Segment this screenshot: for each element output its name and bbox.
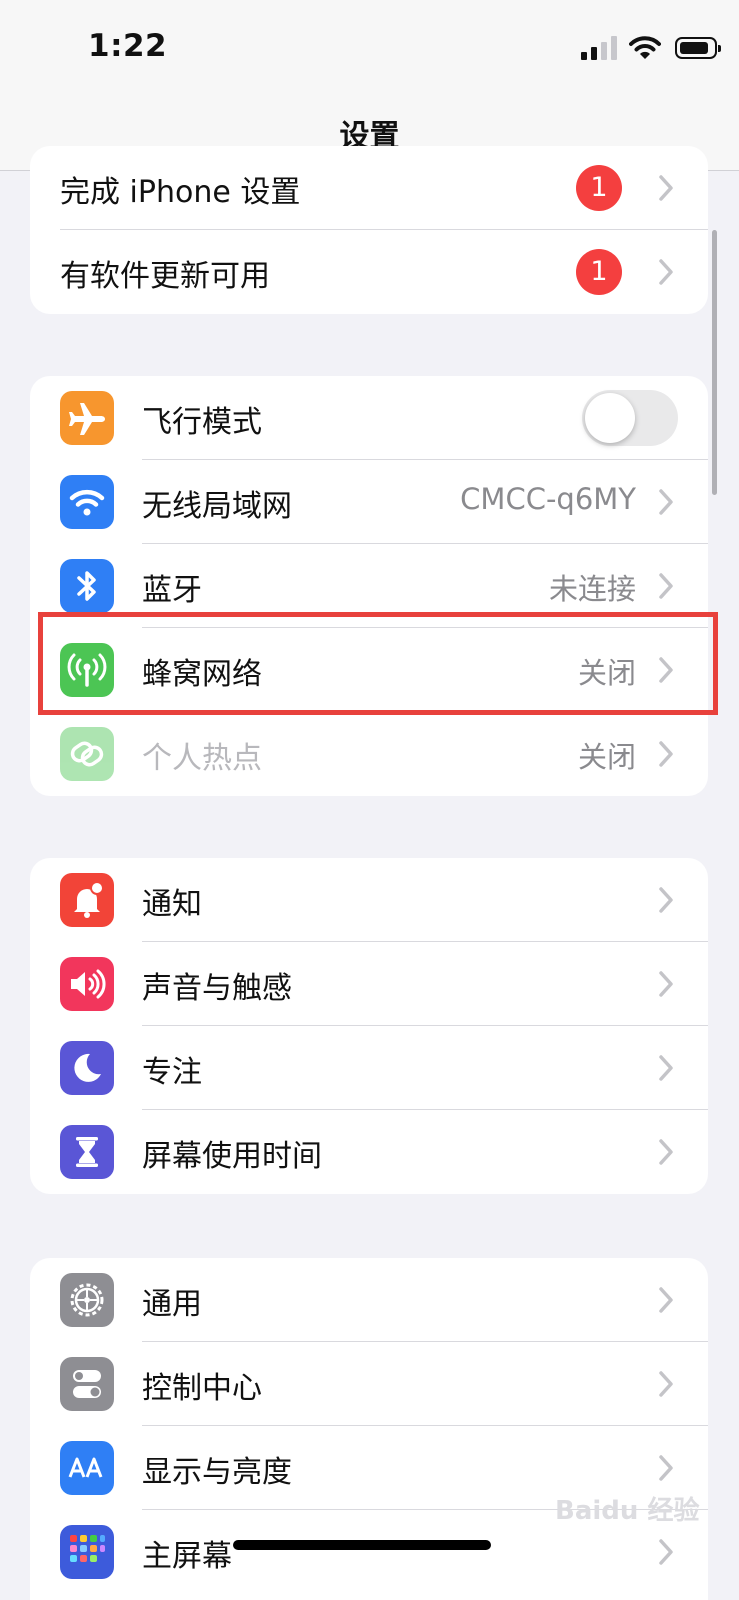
row-label: 通用	[142, 1287, 202, 1322]
row-label: 显示与亮度	[142, 1455, 292, 1490]
chevron-right-icon	[659, 741, 673, 767]
chevron-right-icon	[659, 1287, 673, 1313]
row-screen-time[interactable]: 屏幕使用时间	[30, 1110, 708, 1194]
row-value: 未连接	[548, 572, 636, 606]
status-time: 1:22	[88, 28, 168, 64]
row-label: 主屏幕	[142, 1539, 232, 1574]
airplane-mode-toggle[interactable]	[582, 390, 678, 446]
wifi-icon	[60, 475, 114, 529]
row-focus[interactable]: 专注	[30, 1026, 708, 1110]
hotspot-chain-icon	[60, 727, 114, 781]
chevron-right-icon	[659, 175, 673, 201]
notification-badge: 1	[576, 249, 622, 295]
chevron-right-icon	[659, 1055, 673, 1081]
toggle-knob	[585, 393, 635, 443]
row-general[interactable]: 通用	[30, 1258, 708, 1342]
row-wlan[interactable]: 无线局域网 CMCC-q6MY	[30, 460, 708, 544]
chevron-right-icon	[659, 1371, 673, 1397]
cellular-highlight-box	[38, 612, 718, 715]
speaker-icon	[60, 957, 114, 1011]
cellular-signal-icon	[581, 36, 619, 60]
row-label: 飞行模式	[142, 405, 262, 440]
wifi-status-icon	[629, 36, 661, 59]
row-sounds-haptics[interactable]: 声音与触感	[30, 942, 708, 1026]
bluetooth-icon	[60, 559, 114, 613]
home-indicator[interactable]	[233, 1540, 491, 1550]
row-label: 蓝牙	[142, 573, 202, 608]
chevron-right-icon	[659, 489, 673, 515]
home-screen-grid-icon	[60, 1525, 114, 1579]
row-software-update[interactable]: 有软件更新可用 1	[30, 230, 708, 314]
notification-badge: 1	[576, 165, 622, 211]
row-personal-hotspot[interactable]: 个人热点 关闭	[30, 712, 708, 796]
battery-icon	[675, 37, 721, 59]
row-label: 屏幕使用时间	[142, 1139, 322, 1174]
row-airplane-mode[interactable]: 飞行模式	[30, 376, 708, 460]
gear-icon	[60, 1273, 114, 1327]
row-control-center[interactable]: 控制中心	[30, 1342, 708, 1426]
row-finish-iphone-setup[interactable]: 完成 iPhone 设置 1	[30, 146, 708, 230]
chevron-right-icon	[659, 1455, 673, 1481]
chevron-right-icon	[659, 1539, 673, 1565]
row-value: 关闭	[577, 740, 636, 774]
status-bar: 1:22	[0, 0, 739, 95]
chevron-right-icon	[659, 1139, 673, 1165]
settings-group-network: 飞行模式 无线局域网 CMCC-q6MY 蓝牙 未连接 蜂窝网络 关闭 个人热点…	[30, 376, 708, 796]
row-label: 专注	[142, 1055, 202, 1090]
chevron-right-icon	[659, 259, 673, 285]
row-label: 声音与触感	[142, 971, 292, 1006]
scrollbar[interactable]	[712, 230, 717, 495]
chevron-right-icon	[659, 573, 673, 599]
settings-group-notifications: 通知 声音与触感 专注 屏幕使用时间	[30, 858, 708, 1194]
moon-icon	[60, 1041, 114, 1095]
chevron-right-icon	[659, 887, 673, 913]
text-size-icon	[60, 1441, 114, 1495]
row-value: CMCC-q6MY	[460, 482, 636, 516]
row-label: 控制中心	[142, 1371, 262, 1406]
row-notifications[interactable]: 通知	[30, 858, 708, 942]
row-label: 有软件更新可用	[60, 259, 270, 294]
settings-group-notices: 完成 iPhone 设置 1 有软件更新可用 1	[30, 146, 708, 314]
row-label: 个人热点	[142, 741, 262, 776]
row-label: 无线局域网	[142, 489, 292, 524]
watermark-text: Baidu 经验	[555, 1496, 700, 1526]
row-label: 通知	[142, 887, 202, 922]
notification-bell-icon	[60, 873, 114, 927]
airplane-icon	[60, 391, 114, 445]
chevron-right-icon	[659, 971, 673, 997]
row-label: 完成 iPhone 设置	[60, 175, 301, 210]
hourglass-icon	[60, 1125, 114, 1179]
toggles-icon	[60, 1357, 114, 1411]
